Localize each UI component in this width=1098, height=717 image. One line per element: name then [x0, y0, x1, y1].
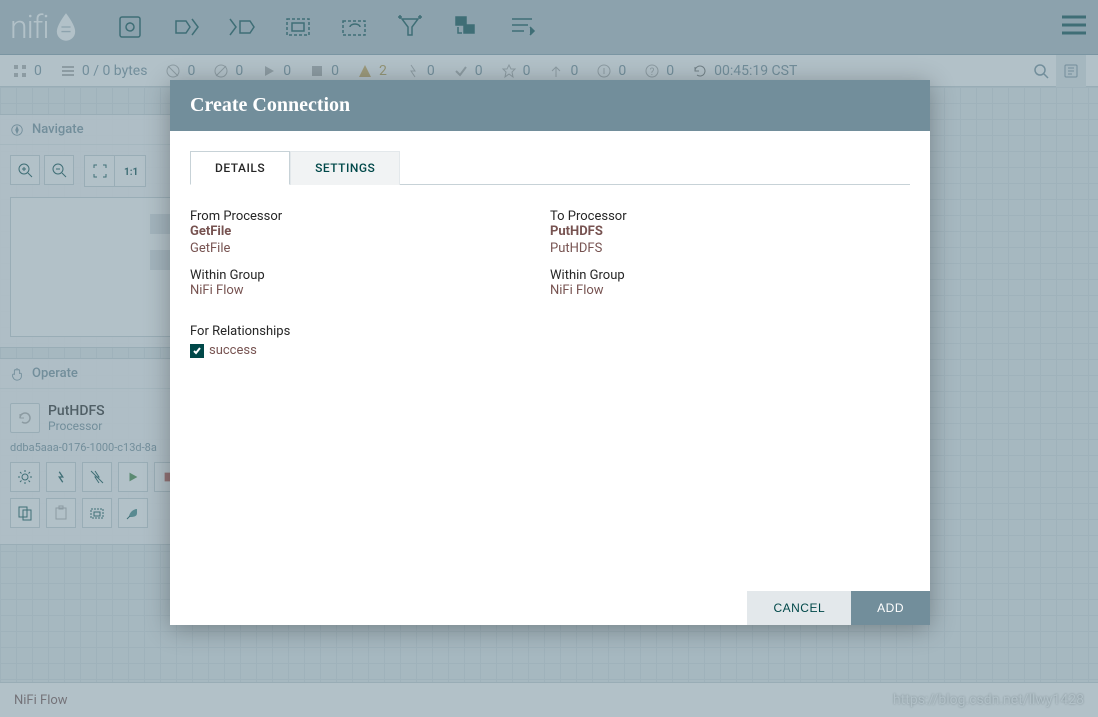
relationship-item: success	[190, 343, 550, 360]
from-processor-type: GetFile	[190, 241, 550, 258]
to-processor-name: PutHDFS	[550, 224, 910, 241]
to-group-name: NiFi Flow	[550, 283, 910, 300]
to-group-label: Within Group	[550, 268, 910, 283]
dialog-title: Create Connection	[170, 80, 930, 131]
from-group-name: NiFi Flow	[190, 283, 550, 300]
to-processor-label: To Processor	[550, 209, 910, 224]
to-column: To Processor PutHDFS PutHDFS Within Grou…	[550, 199, 910, 360]
relationships-label: For Relationships	[190, 324, 550, 339]
tab-details[interactable]: DETAILS	[190, 151, 290, 185]
from-processor-label: From Processor	[190, 209, 550, 224]
to-processor-type: PutHDFS	[550, 241, 910, 258]
create-connection-dialog: Create Connection DETAILS SETTINGS From …	[170, 80, 930, 625]
cancel-button[interactable]: CANCEL	[747, 591, 851, 625]
add-button[interactable]: ADD	[851, 591, 930, 625]
relationship-checkbox[interactable]	[190, 344, 204, 358]
from-group-label: Within Group	[190, 268, 550, 283]
dialog-tabs: DETAILS SETTINGS	[190, 151, 910, 185]
from-processor-name: GetFile	[190, 224, 550, 241]
from-column: From Processor GetFile GetFile Within Gr…	[190, 199, 550, 360]
tab-settings[interactable]: SETTINGS	[290, 151, 400, 185]
relationship-name: success	[209, 343, 257, 360]
